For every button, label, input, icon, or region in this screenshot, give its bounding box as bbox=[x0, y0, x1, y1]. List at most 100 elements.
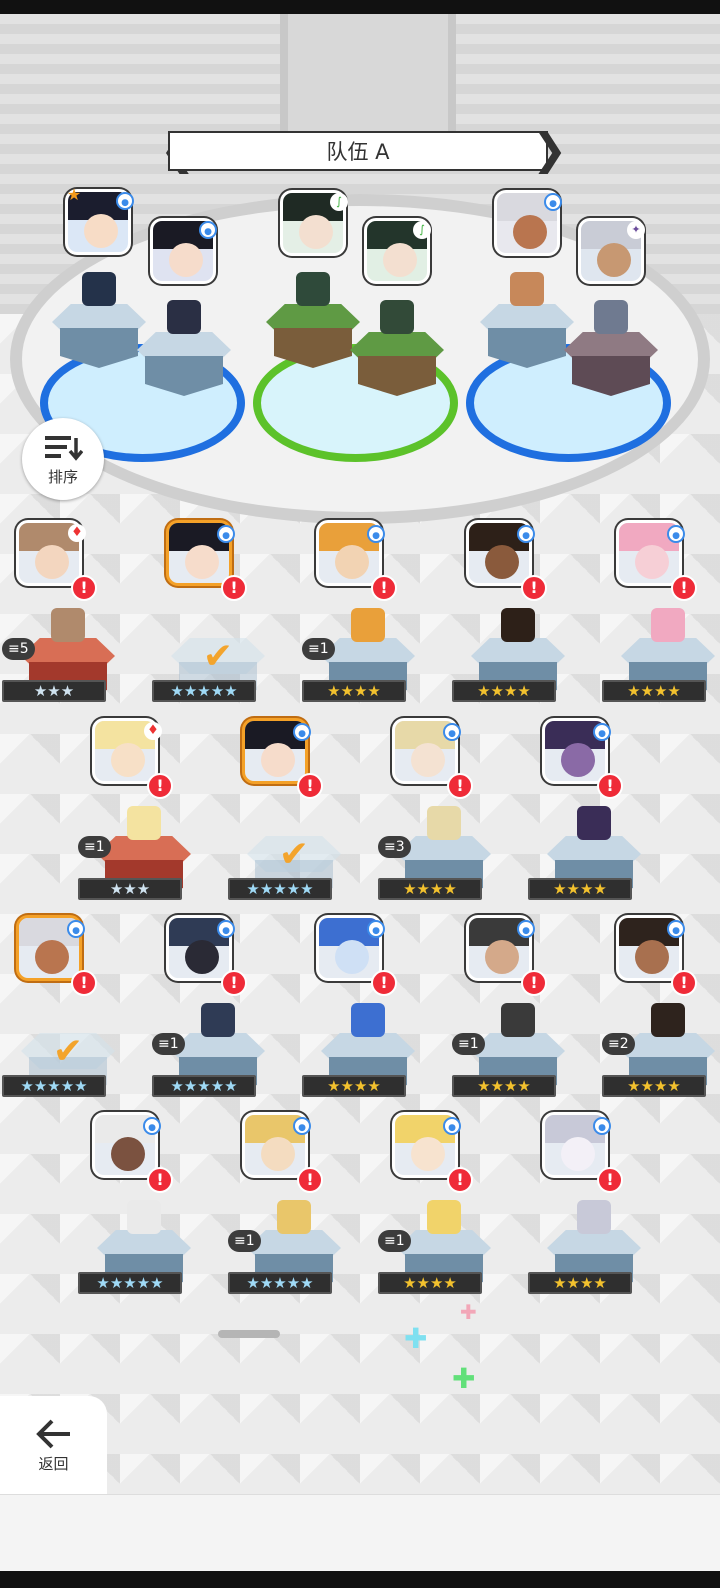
new-alert-badge: ! bbox=[147, 1167, 173, 1193]
star-rating: ★★★ bbox=[2, 680, 106, 702]
hero-sprite[interactable] bbox=[501, 1003, 535, 1037]
hero-sprite[interactable] bbox=[82, 272, 116, 306]
copy-count-badge: ≡1 bbox=[452, 1033, 485, 1055]
new-alert-badge: ! bbox=[71, 970, 97, 996]
tap-sparkle-icon: ✚ bbox=[460, 1300, 477, 1324]
new-alert-badge: ! bbox=[597, 773, 623, 799]
star-rating: ★★★★★ bbox=[152, 1075, 256, 1097]
copy-count-badge: ≡1 bbox=[378, 1230, 411, 1252]
new-alert-badge: ! bbox=[521, 970, 547, 996]
team-title: 队伍 A bbox=[168, 131, 548, 171]
back-button[interactable]: 返回 bbox=[0, 1396, 107, 1494]
team-pedestal bbox=[480, 304, 574, 374]
hero-sprite[interactable] bbox=[427, 806, 461, 840]
team-pedestal bbox=[564, 332, 658, 402]
star-rating: ★★★★★ bbox=[2, 1075, 106, 1097]
selected-check-icon: ✔ bbox=[278, 834, 310, 875]
copy-count-badge: ≡1 bbox=[152, 1033, 185, 1055]
hero-sprite[interactable] bbox=[351, 1003, 385, 1037]
hero-sprite[interactable] bbox=[296, 272, 330, 306]
leader-star-icon: ★ bbox=[66, 185, 82, 204]
sort-button[interactable]: 排序 bbox=[22, 418, 104, 500]
hero-sprite[interactable] bbox=[127, 1200, 161, 1234]
new-alert-badge: ! bbox=[297, 773, 323, 799]
hero-sprite[interactable] bbox=[380, 300, 414, 334]
selected-check-icon: ✔ bbox=[202, 636, 234, 677]
hero-sprite[interactable] bbox=[277, 1200, 311, 1234]
hero-sprite[interactable] bbox=[577, 806, 611, 840]
dark-element-icon: ✦ bbox=[627, 221, 645, 239]
fire-element-icon: ♦ bbox=[68, 524, 86, 542]
hero-sprite[interactable] bbox=[51, 608, 85, 642]
star-rating: ★★★★★ bbox=[228, 1272, 332, 1294]
star-rating: ★★★★ bbox=[302, 1075, 406, 1097]
water-element-icon: ● bbox=[217, 525, 235, 543]
new-alert-badge: ! bbox=[221, 575, 247, 601]
hero-sprite[interactable] bbox=[651, 1003, 685, 1037]
hero-sprite[interactable] bbox=[351, 608, 385, 642]
star-rating: ★★★★ bbox=[528, 1272, 632, 1294]
star-rating: ★★★★ bbox=[302, 680, 406, 702]
water-element-icon: ● bbox=[367, 920, 385, 938]
hero-sprite[interactable] bbox=[501, 608, 535, 642]
water-element-icon: ● bbox=[544, 193, 562, 211]
hero-sprite[interactable] bbox=[510, 272, 544, 306]
star-rating: ★★★ bbox=[78, 878, 182, 900]
copy-count-badge: ≡1 bbox=[228, 1230, 261, 1252]
next-team-button[interactable]: ❯ bbox=[532, 127, 567, 175]
scroll-indicator bbox=[218, 1330, 280, 1338]
water-element-icon: ● bbox=[199, 221, 217, 239]
water-element-icon: ● bbox=[217, 920, 235, 938]
team-pedestal bbox=[266, 304, 360, 374]
team-pedestal bbox=[137, 332, 231, 402]
hero-sprite[interactable] bbox=[577, 1200, 611, 1234]
footer-strip bbox=[0, 1494, 720, 1572]
water-element-icon: ● bbox=[67, 920, 85, 938]
new-alert-badge: ! bbox=[447, 773, 473, 799]
back-button-label: 返回 bbox=[38, 1454, 69, 1473]
copy-count-badge: ≡2 bbox=[602, 1033, 635, 1055]
star-rating: ★★★★ bbox=[452, 680, 556, 702]
new-alert-badge: ! bbox=[597, 1167, 623, 1193]
water-element-icon: ● bbox=[293, 1117, 311, 1135]
copy-count-badge: ≡1 bbox=[78, 836, 111, 858]
tap-sparkle-icon: ✚ bbox=[404, 1322, 428, 1355]
water-element-icon: ● bbox=[593, 723, 611, 741]
hero-sprite[interactable] bbox=[651, 608, 685, 642]
hero-sprite[interactable] bbox=[127, 806, 161, 840]
water-element-icon: ● bbox=[517, 525, 535, 543]
water-element-icon: ● bbox=[367, 525, 385, 543]
copy-count-badge: ≡5 bbox=[2, 638, 35, 660]
team-pedestal bbox=[350, 332, 444, 402]
water-element-icon: ● bbox=[517, 920, 535, 938]
wind-element-icon: ∫ bbox=[330, 193, 348, 211]
team-arena: ★ ● ● ∫ ∫ ● ✦ bbox=[0, 14, 720, 554]
star-rating: ★★★★ bbox=[452, 1075, 556, 1097]
hero-sprite[interactable] bbox=[201, 1003, 235, 1037]
star-rating: ★★★★★ bbox=[152, 680, 256, 702]
water-element-icon: ● bbox=[143, 1117, 161, 1135]
sort-button-label: 排序 bbox=[47, 467, 78, 486]
copy-count-badge: ≡3 bbox=[378, 836, 411, 858]
star-rating: ★★★★★ bbox=[228, 878, 332, 900]
status-bar bbox=[0, 0, 720, 14]
star-rating: ★★★★ bbox=[528, 878, 632, 900]
star-rating: ★★★★ bbox=[378, 878, 482, 900]
hero-sprite[interactable] bbox=[167, 300, 201, 334]
new-alert-badge: ! bbox=[371, 575, 397, 601]
water-element-icon: ● bbox=[667, 920, 685, 938]
wind-element-icon: ∫ bbox=[413, 221, 431, 239]
team-title-text: 队伍 A bbox=[326, 140, 390, 164]
new-alert-badge: ! bbox=[521, 575, 547, 601]
team-pedestal bbox=[52, 304, 146, 374]
new-alert-badge: ! bbox=[71, 575, 97, 601]
back-arrow-icon bbox=[35, 1419, 70, 1448]
sort-icon bbox=[45, 435, 83, 461]
copy-count-badge: ≡1 bbox=[302, 638, 335, 660]
hero-sprite[interactable] bbox=[594, 300, 628, 334]
water-element-icon: ● bbox=[593, 1117, 611, 1135]
navigation-bar bbox=[0, 1571, 720, 1588]
hero-sprite[interactable] bbox=[427, 1200, 461, 1234]
water-element-icon: ● bbox=[116, 192, 134, 210]
new-alert-badge: ! bbox=[297, 1167, 323, 1193]
